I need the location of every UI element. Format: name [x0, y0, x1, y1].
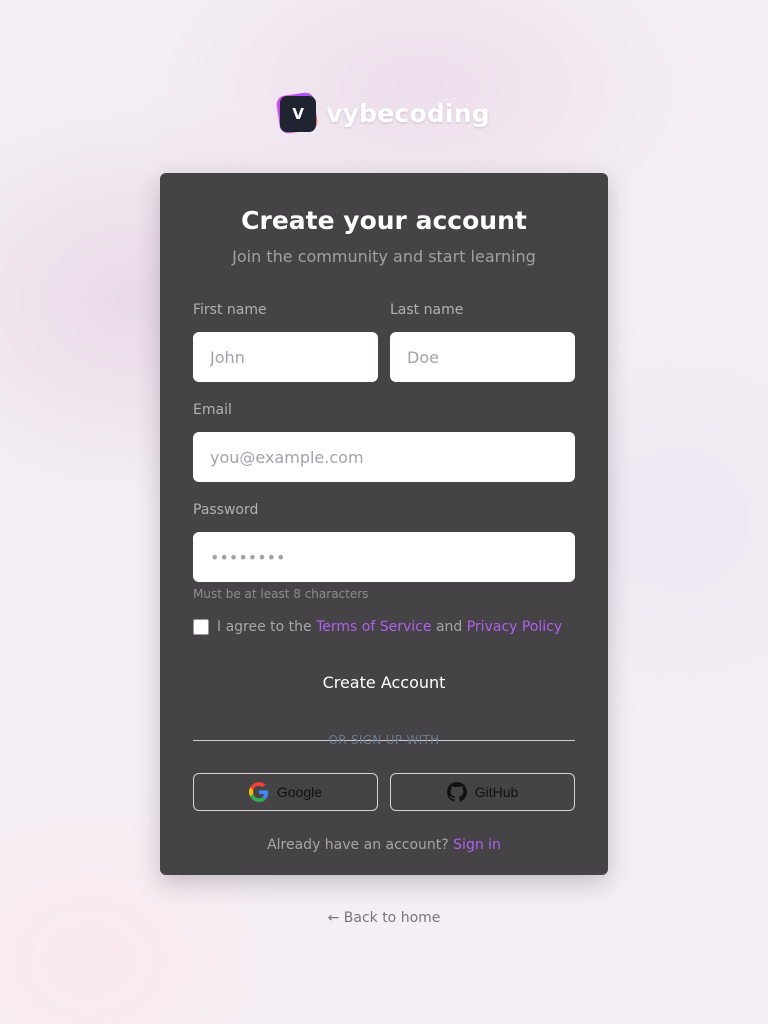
first-name-group: First name: [193, 302, 378, 382]
github-icon: [446, 782, 467, 802]
password-group: Password Must be at least 8 characters: [193, 502, 575, 601]
terms-agreement: I agree to the Terms of Service and Priv…: [193, 619, 575, 635]
password-hint: Must be at least 8 characters: [193, 587, 369, 601]
signup-card: Create your account Join the community a…: [160, 173, 608, 875]
google-button[interactable]: Google: [193, 773, 378, 811]
brand-name: vybecoding: [326, 98, 490, 128]
divider: OR SIGN UP WITH: [193, 733, 575, 747]
github-button[interactable]: GitHub: [390, 773, 575, 811]
last-name-label: Last name: [390, 302, 464, 318]
email-label: Email: [193, 402, 232, 418]
google-label: Google: [276, 784, 323, 800]
signin-text: Already have an account?: [267, 837, 449, 853]
brand-header[interactable]: V vybecoding: [0, 91, 768, 135]
logo: V: [275, 91, 319, 135]
last-name-input[interactable]: [390, 332, 575, 382]
create-account-button[interactable]: Create Account: [193, 659, 575, 705]
password-label: Password: [193, 502, 259, 518]
first-name-input[interactable]: [193, 332, 378, 382]
first-name-label: First name: [193, 302, 267, 318]
divider-text: OR SIGN UP WITH: [328, 733, 440, 747]
signin-link[interactable]: Sign in: [453, 837, 501, 853]
page-title: Create your account: [241, 206, 527, 235]
email-input[interactable]: [193, 432, 575, 482]
page-subtitle: Join the community and start learning: [232, 247, 536, 266]
social-buttons: Google GitHub: [193, 773, 575, 811]
google-icon: [248, 782, 269, 802]
agree-and: and: [435, 619, 463, 635]
github-label: GitHub: [474, 784, 519, 800]
agree-text: I agree to the Terms of Service and Priv…: [217, 619, 562, 635]
last-name-group: Last name: [390, 302, 575, 382]
signin-prompt: Already have an account? Sign in: [193, 837, 575, 853]
agree-prefix: I agree to the: [217, 619, 312, 635]
email-group: Email: [193, 402, 575, 482]
terms-link[interactable]: Terms of Service: [316, 619, 431, 635]
terms-checkbox[interactable]: [193, 619, 209, 635]
privacy-link[interactable]: Privacy Policy: [467, 619, 562, 635]
password-input[interactable]: [193, 532, 575, 582]
logo-letter: V: [280, 96, 317, 132]
back-to-home-link[interactable]: ← Back to home: [0, 910, 768, 926]
name-row: First name Last name: [193, 302, 575, 382]
